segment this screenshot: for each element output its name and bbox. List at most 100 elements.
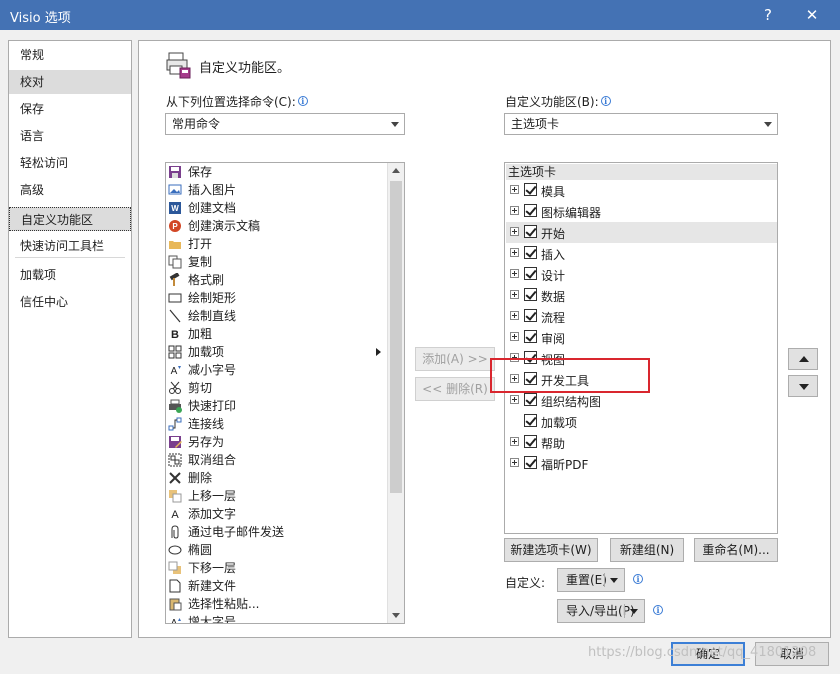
customize-ribbon-combo[interactable]: 主选项卡: [504, 113, 778, 135]
expand-icon[interactable]: [510, 437, 519, 446]
command-item[interactable]: 上移一层: [166, 487, 386, 505]
help-button[interactable]: ?: [753, 3, 783, 27]
command-label: 打开: [188, 237, 213, 251]
scroll-down-icon[interactable]: [388, 607, 404, 623]
tab-checkbox[interactable]: [524, 309, 537, 322]
tab-checkbox[interactable]: [524, 183, 537, 196]
command-item[interactable]: 下移一层: [166, 559, 386, 577]
command-item[interactable]: 复制: [166, 253, 386, 271]
commands-list[interactable]: A 增大字号 选择性粘贴... 新建文件 下移一层 椭圆 通过电子邮件发送 A 添加文字 上移一层…: [165, 162, 405, 624]
tab-checkbox[interactable]: [524, 330, 537, 343]
nav-item-7[interactable]: 快速访问工具栏: [9, 234, 131, 258]
tab-checkbox[interactable]: [524, 204, 537, 217]
command-item[interactable]: A 增大字号: [166, 613, 386, 624]
nav-item-2[interactable]: 保存: [9, 97, 131, 121]
expand-icon[interactable]: [510, 458, 519, 467]
tab-label: 加载项: [541, 416, 578, 430]
command-item[interactable]: 格式刷: [166, 271, 386, 289]
new-group-button[interactable]: 新建组(N): [610, 538, 684, 562]
move-down-button[interactable]: [788, 375, 818, 397]
tab-checkbox[interactable]: [524, 288, 537, 301]
import-export-dropdown[interactable]: 导入/导出(P): [557, 599, 645, 623]
nav-item-9[interactable]: 信任中心: [9, 290, 131, 314]
command-item[interactable]: 加载项: [166, 343, 386, 361]
customize-ribbon-label: 自定义功能区(B): i: [505, 93, 611, 110]
command-item[interactable]: A 减小字号: [166, 361, 386, 379]
rename-button[interactable]: 重命名(M)...: [694, 538, 778, 562]
tab-checkbox[interactable]: [524, 267, 537, 280]
add-button[interactable]: 添加(A) >>: [415, 347, 495, 371]
expand-icon[interactable]: [510, 395, 519, 404]
command-item[interactable]: 绘制直线: [166, 307, 386, 325]
ribbon-tabs-tree[interactable]: 主选项卡 模具 图标编辑器 开始 插入 设计 数据 流程 审阅 视图 开发工具 组织结构图 加载项 帮助…: [504, 162, 778, 534]
tab-checkbox[interactable]: [524, 225, 537, 238]
svg-text:A: A: [171, 509, 179, 521]
command-item[interactable]: B 加粗: [166, 325, 386, 343]
ribbon-tab-item[interactable]: 审阅: [506, 327, 777, 348]
command-item[interactable]: 删除: [166, 469, 386, 487]
command-item[interactable]: 插入图片: [166, 181, 386, 199]
command-label: 加粗: [188, 327, 213, 341]
scroll-up-icon[interactable]: [388, 163, 404, 179]
expand-icon[interactable]: [510, 248, 519, 257]
command-item[interactable]: A 添加文字: [166, 505, 386, 523]
expand-icon[interactable]: [510, 185, 519, 194]
new-tab-button[interactable]: 新建选项卡(W): [504, 538, 598, 562]
command-item[interactable]: 另存为: [166, 433, 386, 451]
command-item[interactable]: 打开: [166, 235, 386, 253]
command-item[interactable]: P 创建演示文稿: [166, 217, 386, 235]
expand-icon[interactable]: [510, 269, 519, 278]
tab-checkbox[interactable]: [524, 435, 537, 448]
command-item[interactable]: 取消组合: [166, 451, 386, 469]
command-item[interactable]: 绘制矩形: [166, 289, 386, 307]
command-item[interactable]: 选择性粘贴...: [166, 595, 386, 613]
tab-checkbox[interactable]: [524, 456, 537, 469]
nav-item-0[interactable]: 常规: [9, 43, 131, 67]
ribbon-tab-item[interactable]: 插入: [506, 243, 777, 264]
tab-checkbox[interactable]: [524, 246, 537, 259]
ribbon-tab-item[interactable]: 帮助: [506, 432, 777, 453]
ribbon-tab-item[interactable]: 设计: [506, 264, 777, 285]
remove-button[interactable]: << 删除(R): [415, 377, 495, 401]
nav-item-1[interactable]: 校对: [9, 70, 131, 94]
nav-item-6[interactable]: 自定义功能区: [9, 207, 131, 231]
ribbon-tab-item[interactable]: 开始: [506, 222, 777, 243]
svg-text:W: W: [171, 204, 179, 213]
ribbon-tab-item[interactable]: 图标编辑器: [506, 201, 777, 222]
reset-dropdown[interactable]: 重置(E): [557, 568, 625, 592]
nav-item-4[interactable]: 轻松访问: [9, 151, 131, 175]
nav-item-5[interactable]: 高级: [9, 178, 131, 202]
expand-icon[interactable]: [510, 290, 519, 299]
command-label: 增大字号: [188, 615, 237, 624]
command-item[interactable]: 新建文件: [166, 577, 386, 595]
expand-icon[interactable]: [510, 311, 519, 320]
ribbon-tab-item[interactable]: 流程: [506, 306, 777, 327]
ribbon-tab-item[interactable]: 数据: [506, 285, 777, 306]
move-up-button[interactable]: [788, 348, 818, 370]
command-item[interactable]: 椭圆: [166, 541, 386, 559]
commands-scrollbar[interactable]: [387, 163, 404, 623]
ribbon-tab-item[interactable]: 模具: [506, 180, 777, 201]
nav-item-8[interactable]: 加载项: [9, 263, 131, 287]
expand-icon[interactable]: [510, 206, 519, 215]
command-item[interactable]: 保存: [166, 163, 386, 181]
ribbon-tab-item[interactable]: 福昕PDF: [506, 453, 777, 474]
command-item[interactable]: 连接线: [166, 415, 386, 433]
ribbon-tab-item[interactable]: 加载项: [506, 411, 777, 432]
command-label: 创建文档: [188, 201, 237, 215]
ribbon-tab-item[interactable]: 组织结构图: [506, 390, 777, 411]
command-item[interactable]: 通过电子邮件发送: [166, 523, 386, 541]
choose-commands-combo[interactable]: 常用命令: [165, 113, 405, 135]
expand-icon[interactable]: [510, 332, 519, 341]
close-button[interactable]: ✕: [797, 3, 827, 27]
tab-checkbox[interactable]: [524, 393, 537, 406]
tree-header: 主选项卡: [506, 164, 777, 180]
scroll-thumb[interactable]: [390, 181, 402, 493]
expand-icon[interactable]: [510, 227, 519, 236]
command-item[interactable]: 快速打印: [166, 397, 386, 415]
nav-separator: [15, 257, 125, 258]
command-item[interactable]: 剪切: [166, 379, 386, 397]
nav-item-3[interactable]: 语言: [9, 124, 131, 148]
tab-checkbox[interactable]: [524, 414, 537, 427]
command-item[interactable]: W 创建文档: [166, 199, 386, 217]
